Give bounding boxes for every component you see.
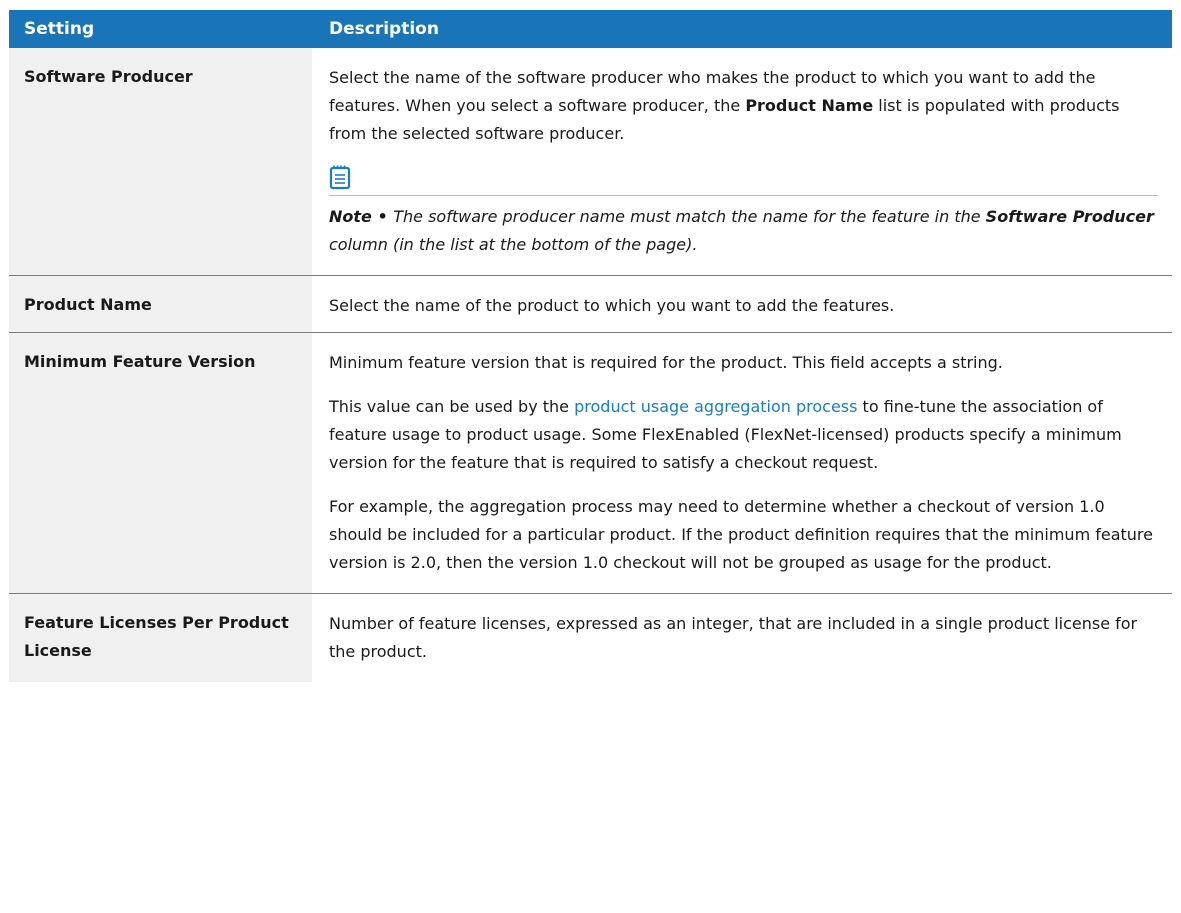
- table-row: Software Producer Select the name of the…: [9, 48, 1172, 276]
- table-row: Minimum Feature Version Minimum feature …: [9, 332, 1172, 594]
- note-bold-text: Software Producer: [985, 207, 1154, 226]
- settings-table: Setting Description Software Producer Se…: [9, 10, 1172, 682]
- setting-name: Minimum Feature Version: [9, 332, 312, 594]
- setting-description: Minimum feature version that is required…: [312, 333, 1172, 594]
- description-bold-text: Product Name: [745, 96, 874, 115]
- table-header-row: Setting Description: [9, 10, 1172, 48]
- note-text-part: column (in the list at the bottom of the…: [329, 235, 698, 254]
- description-paragraph: Number of feature licenses, expressed as…: [329, 614, 1138, 661]
- note-label: Note •: [329, 207, 394, 226]
- table-row: Feature Licenses Per Product License Num…: [9, 593, 1172, 683]
- description-paragraph: This value can be used by the product us…: [329, 393, 1158, 477]
- notepad-icon: [329, 165, 351, 190]
- setting-description: Select the name of the product to which …: [312, 276, 1172, 333]
- setting-description: Number of feature licenses, expressed as…: [312, 594, 1172, 683]
- settings-table-container: Setting Description Software Producer Se…: [9, 10, 1172, 682]
- setting-name: Software Producer: [9, 48, 312, 276]
- note-text: Note • The software producer name must m…: [329, 203, 1158, 259]
- description-paragraph: Select the name of the product to which …: [329, 296, 895, 315]
- setting-name: Product Name: [9, 275, 312, 333]
- description-paragraph: For example, the aggregation process may…: [329, 497, 1153, 572]
- description-text: This value can be used by the: [329, 397, 575, 416]
- setting-name: Feature Licenses Per Product License: [9, 593, 312, 682]
- header-description: Description: [312, 10, 1172, 48]
- table-row: Product Name Select the name of the prod…: [9, 275, 1172, 333]
- header-setting: Setting: [9, 10, 312, 48]
- aggregation-process-link[interactable]: product usage aggregation process: [574, 397, 857, 416]
- description-paragraph: Select the name of the software producer…: [329, 64, 1158, 148]
- note-divider: [329, 195, 1158, 196]
- description-paragraph: Minimum feature version that is required…: [329, 353, 1003, 372]
- note-text-part: The software producer name must match th…: [393, 207, 986, 226]
- setting-description: Select the name of the software producer…: [312, 48, 1172, 276]
